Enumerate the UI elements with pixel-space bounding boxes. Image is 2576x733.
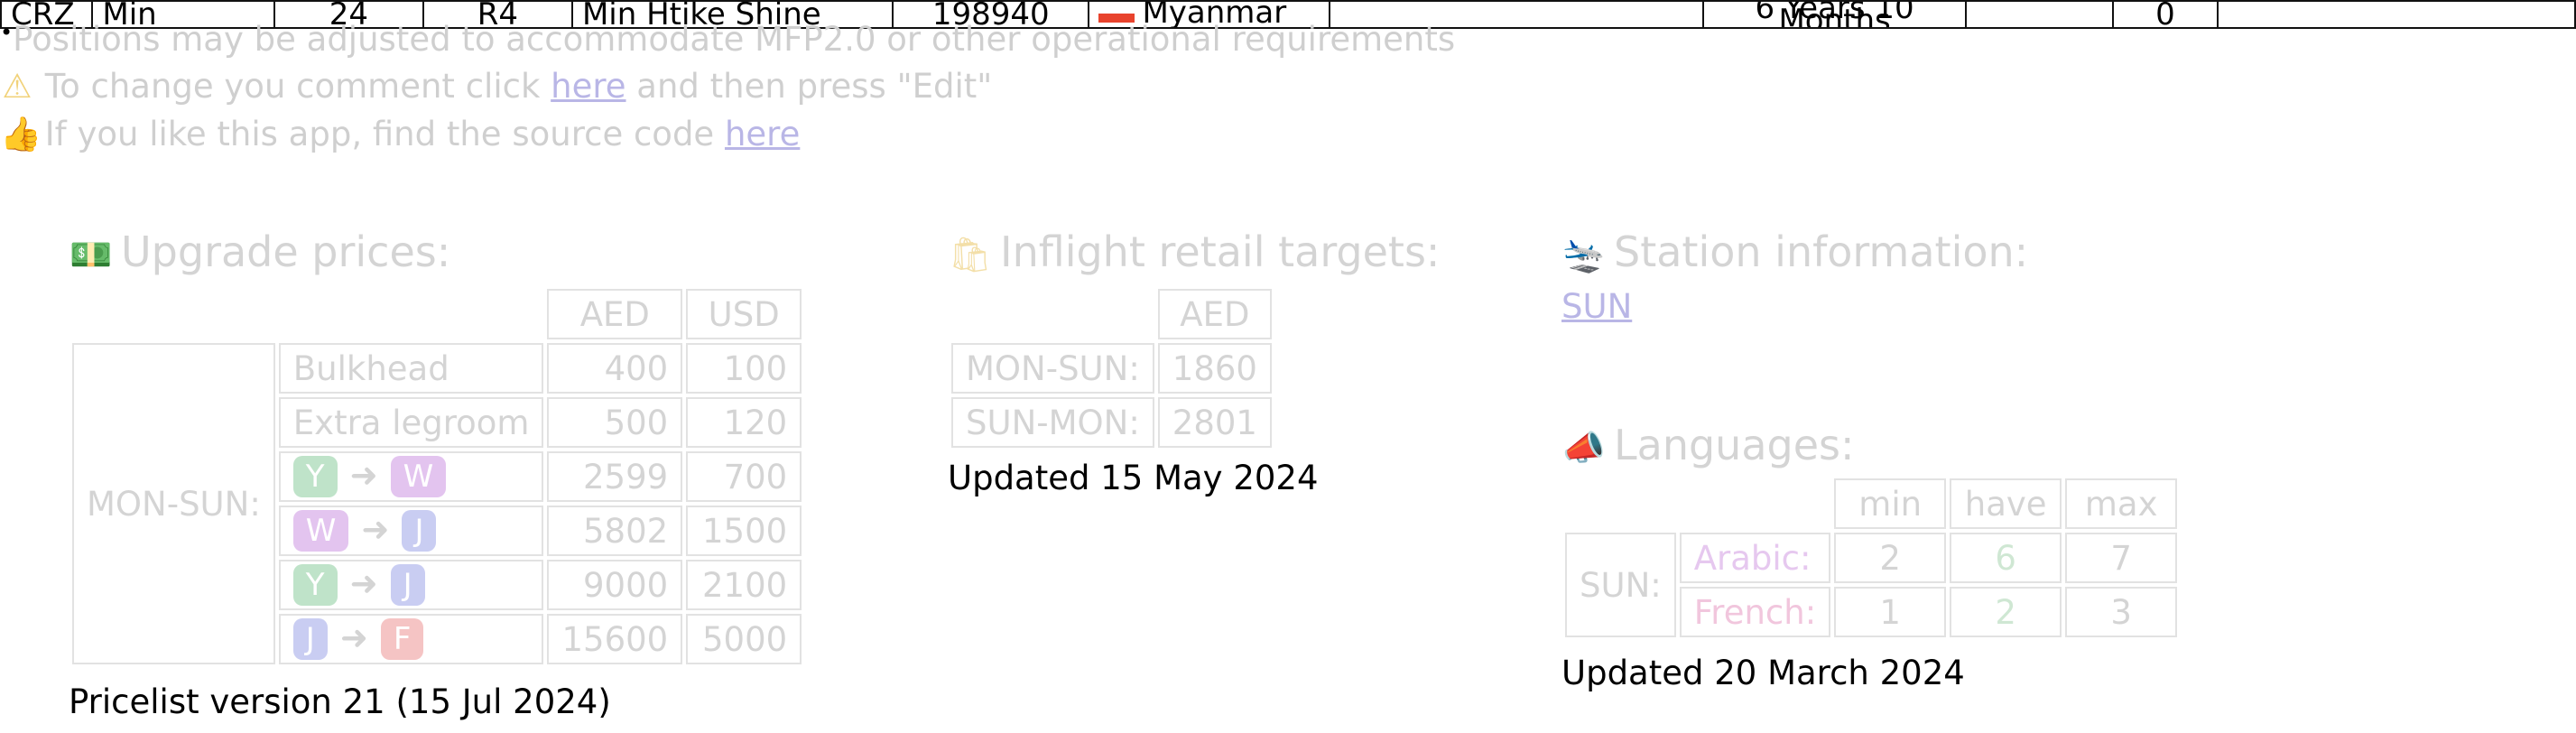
class-badge: J [390,564,425,606]
currency-header: USD [686,289,802,339]
lang-header: max [2065,478,2178,529]
price-aed: 15600 [547,614,683,664]
megaphone-icon: 📣 [1562,428,1606,468]
shopping-bag-icon: 🛍 [948,235,993,274]
price-aed: 500 [547,397,683,448]
thumbs-up-icon: 👍 [0,115,42,153]
lang-min: 2 [1834,533,1947,583]
class-badge: F [380,618,424,660]
arrow-right-icon: ➜ [349,564,378,603]
class-badge: Y [292,564,338,606]
lang-max: 7 [2065,533,2178,583]
class-upgrade: Y ➜ J [278,560,544,610]
route-label: SUN-MON: [951,397,1154,448]
price-usd: 100 [686,343,802,394]
class-badge: W [390,456,447,497]
language-label: French: [1679,587,1831,637]
crew-cell: 6 Years 10 Months [1701,0,1968,29]
price-usd: 1500 [686,506,802,556]
crew-cell [1965,0,2114,29]
class-upgrade: W ➜ J [278,506,544,556]
warning-icon: ⚠ [2,67,32,106]
class-badge: J [402,510,437,552]
price-aed: 2599 [547,451,683,502]
arrow-right-icon: ➜ [339,618,368,657]
price-usd: 5000 [686,614,802,664]
price-usd: 700 [686,451,802,502]
languages-table: min have max SUN: Arabic: 2 6 7 French: … [1561,475,2181,641]
crew-cell: 0 [2111,0,2219,29]
class-upgrade: J ➜ F [278,614,544,664]
class-badge: Y [292,456,338,497]
positions-note: •Positions may be adjusted to accommodat… [0,20,1456,59]
class-upgrade: Y ➜ W [278,451,544,502]
station-link-wrap: SUN [1561,287,1632,326]
arrow-right-icon: ➜ [349,456,378,495]
plane-landing-icon: 🛬 [1562,235,1606,274]
upgrade-prices-title: 💵 Upgrade prices: [69,227,451,276]
upgrade-option-label: Bulkhead [278,343,544,394]
station-info-title: 🛬 Station information: [1562,227,2029,276]
station-label: SUN: [1565,533,1676,637]
class-badge: J [292,618,328,660]
edit-comment-link[interactable]: here [551,67,625,106]
price-aed: 400 [547,343,683,394]
source-note: 👍 If you like this app, find the source … [0,115,801,153]
retail-targets-table: AED MON-SUN: 1860 SUN-MON: 2801 [948,285,1275,451]
upgrade-option-label: Extra legroom [278,397,544,448]
arrow-right-icon: ➜ [361,510,390,549]
upgrade-prices-table: AED USD MON-SUN: Bulkhead 400 100 Extra … [69,285,805,668]
lang-header: min [1834,478,1947,529]
language-label: Arabic: [1679,533,1831,583]
currency-header: AED [547,289,683,339]
class-badge: W [292,510,349,552]
currency-header: AED [1157,289,1272,339]
retail-updated: Updated 15 May 2024 [948,459,1319,497]
price-aed: 5802 [547,506,683,556]
price-usd: 2100 [686,560,802,610]
retail-target-value: 2801 [1157,397,1272,448]
lang-min: 1 [1834,587,1947,637]
retail-targets-title: 🛍 Inflight retail targets: [948,227,1441,276]
price-usd: 120 [686,397,802,448]
lang-have: 6 [1950,533,2062,583]
station-link[interactable]: SUN [1561,287,1632,326]
languages-title: 📣 Languages: [1562,421,1855,469]
route-label: MON-SUN: [951,343,1154,394]
source-code-link[interactable]: here [725,115,800,153]
price-aed: 9000 [547,560,683,610]
lang-header: have [1950,478,2062,529]
crew-cell [2217,0,2576,29]
lang-have: 2 [1950,587,2062,637]
route-label: MON-SUN: [72,343,275,664]
comment-note: ⚠ To change you comment click here and t… [0,67,992,106]
money-icon: 💵 [69,235,113,274]
retail-target-value: 1860 [1157,343,1272,394]
pricelist-version: Pricelist version 21 (15 Jul 2024) [69,682,611,721]
lang-max: 3 [2065,587,2178,637]
languages-updated: Updated 20 March 2024 [1561,654,1965,692]
